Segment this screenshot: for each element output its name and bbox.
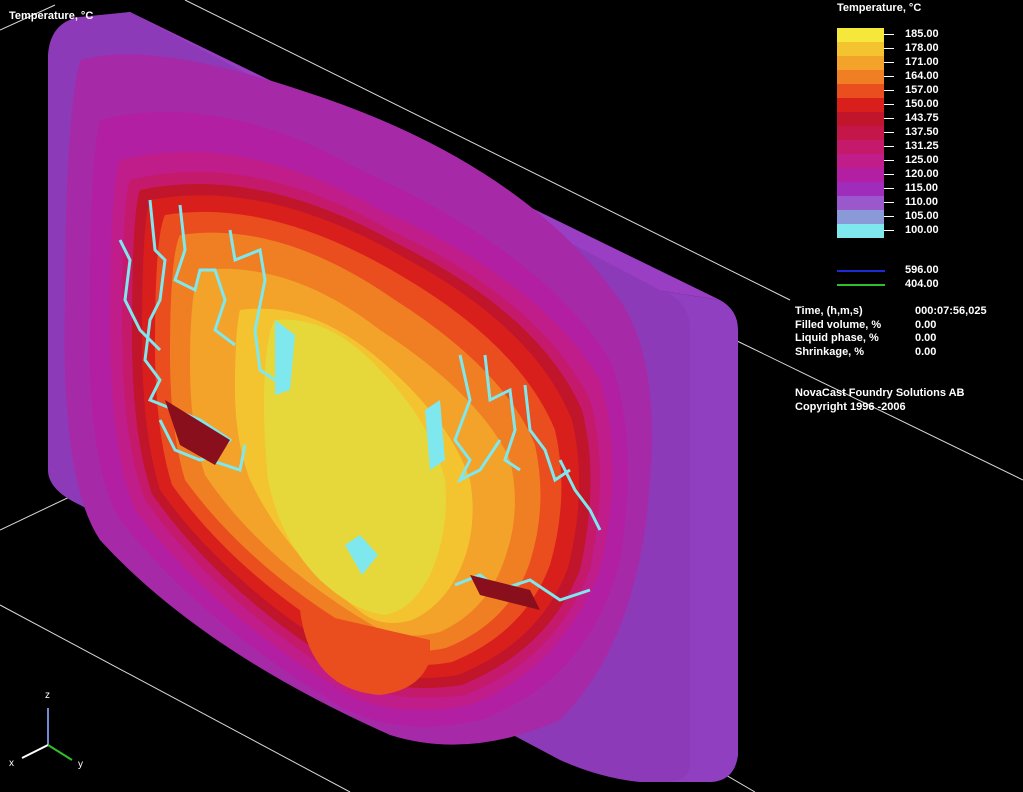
legend-value: 131.25 <box>905 140 939 152</box>
legend-value: 150.00 <box>905 98 939 110</box>
legend-value: 143.75 <box>905 112 939 124</box>
info-value: 0.00 <box>915 332 937 344</box>
legend-line-swatch <box>837 270 885 272</box>
axis-z-label: z <box>45 690 50 701</box>
legend-value: 105.00 <box>905 210 939 222</box>
legend-value: 137.50 <box>905 126 939 138</box>
legend-value: 125.00 <box>905 154 939 166</box>
legend-swatch <box>837 98 884 112</box>
legend-value: 120.00 <box>905 168 939 180</box>
legend-swatch <box>837 56 884 70</box>
legend-band: 157.00 <box>837 84 977 98</box>
axes-gizmo <box>21 708 73 761</box>
legend-swatch <box>837 168 884 182</box>
legend-band: 125.00 <box>837 154 977 168</box>
legend-value: 157.00 <box>905 84 939 96</box>
axis-y-label: y <box>78 759 83 770</box>
info-label: Liquid phase, % <box>795 332 879 344</box>
legend-value: 164.00 <box>905 70 939 82</box>
legend-title: Temperature, °C <box>837 2 922 14</box>
legend-line-value: 404.00 <box>905 278 939 290</box>
legend-band: 105.00 <box>837 210 977 224</box>
info-row-shrinkage: Shrinkage, % 0.00 <box>795 346 1005 360</box>
info-row-filled-volume: Filled volume, % 0.00 <box>795 319 1005 333</box>
legend-swatch <box>837 28 884 42</box>
legend-swatch <box>837 112 884 126</box>
view-title: Temperature, °C <box>9 10 94 22</box>
legend-value: 110.00 <box>905 196 939 208</box>
legend-value: 100.00 <box>905 224 939 236</box>
legend-band: 178.00 <box>837 42 977 56</box>
legend-swatch <box>837 224 884 238</box>
legend-value: 185.00 <box>905 28 939 40</box>
legend-swatch <box>837 140 884 154</box>
company-name: NovaCast Foundry Solutions AB <box>795 387 965 399</box>
legend-line-entry: 596.00 <box>837 264 987 278</box>
info-value: 0.00 <box>915 346 937 358</box>
legend-value: 171.00 <box>905 56 939 68</box>
legend-band: 131.25 <box>837 140 977 154</box>
legend-line-entry: 404.00 <box>837 278 987 292</box>
legend-band: 110.00 <box>837 196 977 210</box>
legend-band: 185.00 <box>837 28 977 42</box>
info-value: 000:07:56,025 <box>915 305 987 317</box>
legend-line-swatch <box>837 284 885 286</box>
info-label: Time, (h,m,s) <box>795 305 863 317</box>
legend-value: 178.00 <box>905 42 939 54</box>
legend-band: 100.00 <box>837 224 977 238</box>
info-row-liquid-phase: Liquid phase, % 0.00 <box>795 332 1005 346</box>
legend-swatch <box>837 196 884 210</box>
legend-band: 164.00 <box>837 70 977 84</box>
legend-band: 171.00 <box>837 56 977 70</box>
legend-band: 115.00 <box>837 182 977 196</box>
legend-swatch <box>837 70 884 84</box>
info-row-time: Time, (h,m,s) 000:07:56,025 <box>795 305 1005 319</box>
legend-band: 137.50 <box>837 126 977 140</box>
info-value: 0.00 <box>915 319 937 331</box>
legend-swatch <box>837 84 884 98</box>
legend-swatch <box>837 126 884 140</box>
axis-x-label: x <box>9 758 14 769</box>
legend-band: 120.00 <box>837 168 977 182</box>
legend-line-value: 596.00 <box>905 264 939 276</box>
info-label: Filled volume, % <box>795 319 882 331</box>
info-label: Shrinkage, % <box>795 346 865 358</box>
legend-swatch <box>837 210 884 224</box>
legend-swatch <box>837 154 884 168</box>
legend-band: 150.00 <box>837 98 977 112</box>
legend-band: 143.75 <box>837 112 977 126</box>
legend-swatch <box>837 42 884 56</box>
copyright-text: Copyright 1996 -2006 <box>795 401 906 413</box>
legend-swatch <box>837 182 884 196</box>
legend-value: 115.00 <box>905 182 939 194</box>
